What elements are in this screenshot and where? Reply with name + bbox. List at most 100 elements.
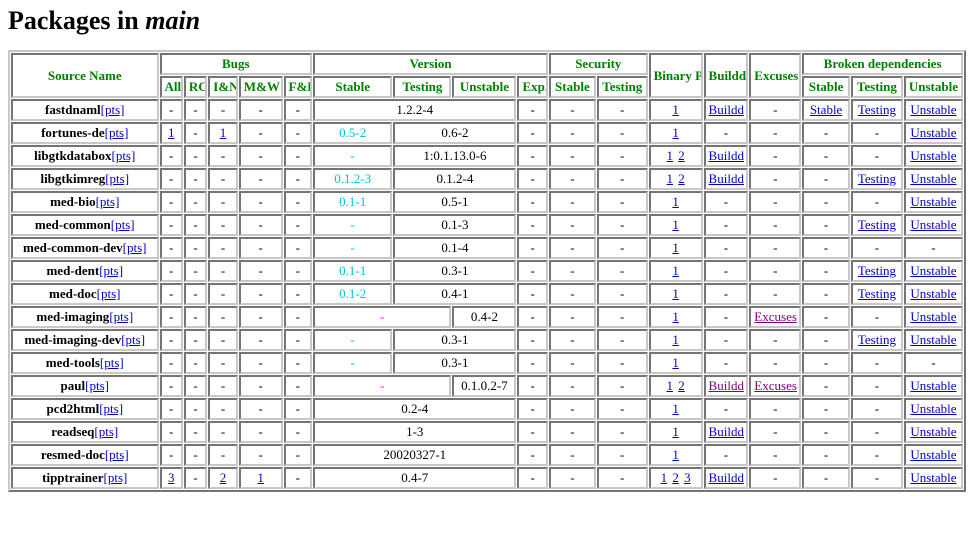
binary-package-page-link[interactable]: 2 bbox=[672, 470, 679, 485]
broken-stable-cell: - bbox=[802, 283, 850, 305]
security-stable-cell: - bbox=[548, 99, 596, 121]
pts-link[interactable]: [pts] bbox=[101, 102, 125, 117]
buildd-link[interactable]: Buildd bbox=[709, 424, 744, 439]
excuses-link[interactable]: Excuses bbox=[754, 309, 797, 324]
bug-count-link[interactable]: 1 bbox=[220, 125, 227, 140]
binary-package-page-link[interactable]: 1 bbox=[672, 355, 679, 370]
bug-count-link[interactable]: 1 bbox=[257, 470, 264, 485]
pts-link[interactable]: [pts] bbox=[97, 286, 121, 301]
buildd-link[interactable]: Buildd bbox=[709, 470, 744, 485]
bug-count-link[interactable]: 1 bbox=[168, 125, 175, 140]
dash: - bbox=[723, 309, 729, 324]
pts-link[interactable]: [pts] bbox=[99, 401, 123, 416]
broken-dep-link[interactable]: Unstable bbox=[910, 125, 956, 140]
pts-link[interactable]: [pts] bbox=[85, 378, 109, 393]
bug-count-link[interactable]: 3 bbox=[168, 470, 175, 485]
pts-link[interactable]: [pts] bbox=[123, 240, 147, 255]
broken-dep-link[interactable]: Unstable bbox=[910, 470, 956, 485]
pts-link[interactable]: [pts] bbox=[104, 470, 128, 485]
broken-dep-link[interactable]: Unstable bbox=[910, 401, 956, 416]
binary-package-page-link[interactable]: 1 bbox=[672, 401, 679, 416]
version-cell: 0.4-2 bbox=[452, 306, 517, 328]
binary-package-page-link[interactable]: 1 bbox=[672, 125, 679, 140]
version-exp-cell: - bbox=[517, 168, 548, 190]
pts-link[interactable]: [pts] bbox=[94, 424, 118, 439]
bug-count-link[interactable]: 2 bbox=[220, 470, 227, 485]
dash: - bbox=[570, 171, 575, 186]
bugs-fp-cell: - bbox=[283, 398, 313, 420]
table-row: med-bio[pts] - - - - -0.1-1 0.5-1- - -1- - - - Unsta… bbox=[11, 191, 963, 213]
buildd-link[interactable]: Buildd bbox=[709, 171, 744, 186]
binary-package-page-link[interactable]: 1 bbox=[672, 263, 679, 278]
binary-package-page-link[interactable]: 1 bbox=[672, 102, 679, 117]
pts-link[interactable]: [pts] bbox=[105, 125, 129, 140]
buildd-link[interactable]: Buildd bbox=[709, 102, 744, 117]
table-header: Source Name Bugs Version Security Binary… bbox=[11, 53, 963, 98]
version-cell-missing: - bbox=[313, 214, 393, 236]
binary-package-page-link[interactable]: 1 bbox=[666, 378, 673, 393]
binary-package-page-link[interactable]: 1 bbox=[672, 286, 679, 301]
broken-dep-link[interactable]: Unstable bbox=[910, 309, 956, 324]
pts-link[interactable]: [pts] bbox=[109, 309, 133, 324]
pts-link[interactable]: [pts] bbox=[99, 263, 123, 278]
table-row: fastdnaml[pts] - - - - -1.2.2-4- - -1 Buildd - Sta… bbox=[11, 99, 963, 121]
dash: - bbox=[530, 332, 535, 347]
binary-package-page-link[interactable]: 1 bbox=[672, 217, 679, 232]
broken-dep-link[interactable]: Testing bbox=[858, 171, 896, 186]
version-text: 0.3-1 bbox=[441, 332, 469, 347]
buildd-link[interactable]: Buildd bbox=[709, 378, 744, 393]
pts-link[interactable]: [pts] bbox=[105, 171, 129, 186]
buildd-cell: - bbox=[703, 122, 749, 144]
broken-dep-link[interactable]: Testing bbox=[858, 332, 896, 347]
broken-dep-link[interactable]: Unstable bbox=[910, 286, 956, 301]
binary-package-page-link[interactable]: 1 bbox=[672, 332, 679, 347]
security-stable-cell: - bbox=[548, 168, 596, 190]
version-text: 0.1.0.2-7 bbox=[461, 378, 508, 393]
broken-dep-link[interactable]: Unstable bbox=[910, 332, 956, 347]
broken-dep-link[interactable]: Unstable bbox=[910, 102, 956, 117]
broken-dep-link[interactable]: Unstable bbox=[910, 217, 956, 232]
broken-unstable-cell: Unstable bbox=[903, 191, 963, 213]
dash: - bbox=[530, 217, 535, 232]
binary-package-page-link[interactable]: 1 bbox=[672, 194, 679, 209]
pts-link[interactable]: [pts] bbox=[100, 355, 124, 370]
pts-link[interactable]: [pts] bbox=[111, 148, 135, 163]
header-bugs-in: I&N bbox=[208, 76, 238, 98]
binary-package-page-link[interactable]: 1 bbox=[672, 240, 679, 255]
excuses-link[interactable]: Excuses bbox=[754, 378, 797, 393]
broken-dep-link[interactable]: Unstable bbox=[910, 171, 956, 186]
broken-dep-link[interactable]: Unstable bbox=[910, 378, 956, 393]
broken-dep-link[interactable]: Testing bbox=[858, 286, 896, 301]
binary-package-page-link[interactable]: 1 bbox=[672, 309, 679, 324]
binary-package-page-link[interactable]: 1 bbox=[672, 424, 679, 439]
version-cell: 0.6-2 bbox=[393, 122, 517, 144]
broken-dep-link[interactable]: Unstable bbox=[910, 447, 956, 462]
dash: - bbox=[530, 102, 535, 117]
broken-dep-link[interactable]: Unstable bbox=[910, 194, 956, 209]
broken-dep-link[interactable]: Testing bbox=[858, 263, 896, 278]
broken-dep-link[interactable]: Unstable bbox=[910, 263, 956, 278]
broken-dep-link[interactable]: Unstable bbox=[910, 148, 956, 163]
binary-package-page-link[interactable]: 1 bbox=[666, 148, 673, 163]
binary-package-page-link[interactable]: 2 bbox=[678, 378, 685, 393]
bugs-fp-cell: - bbox=[283, 99, 313, 121]
binary-package-page-link[interactable]: 2 bbox=[678, 148, 685, 163]
binary-package-page-link[interactable]: 1 bbox=[672, 447, 679, 462]
pts-link[interactable]: [pts] bbox=[121, 332, 145, 347]
bugs-mw-cell: - bbox=[238, 191, 283, 213]
binary-package-page-link[interactable]: 1 bbox=[661, 470, 668, 485]
header-excuses: Excuses bbox=[749, 53, 802, 98]
binary-package-page-link[interactable]: 3 bbox=[684, 470, 691, 485]
buildd-link[interactable]: Buildd bbox=[709, 148, 744, 163]
pts-link[interactable]: [pts] bbox=[105, 447, 129, 462]
broken-dep-link[interactable]: Testing bbox=[858, 102, 896, 117]
broken-dep-link[interactable]: Unstable bbox=[910, 424, 956, 439]
dash: - bbox=[193, 171, 198, 186]
broken-dep-link[interactable]: Stable bbox=[810, 102, 843, 117]
excuses-cell: - bbox=[749, 283, 802, 305]
broken-dep-link[interactable]: Testing bbox=[858, 217, 896, 232]
binary-package-page-link[interactable]: 2 bbox=[678, 171, 685, 186]
pts-link[interactable]: [pts] bbox=[111, 217, 135, 232]
pts-link[interactable]: [pts] bbox=[96, 194, 120, 209]
binary-package-page-link[interactable]: 1 bbox=[666, 171, 673, 186]
